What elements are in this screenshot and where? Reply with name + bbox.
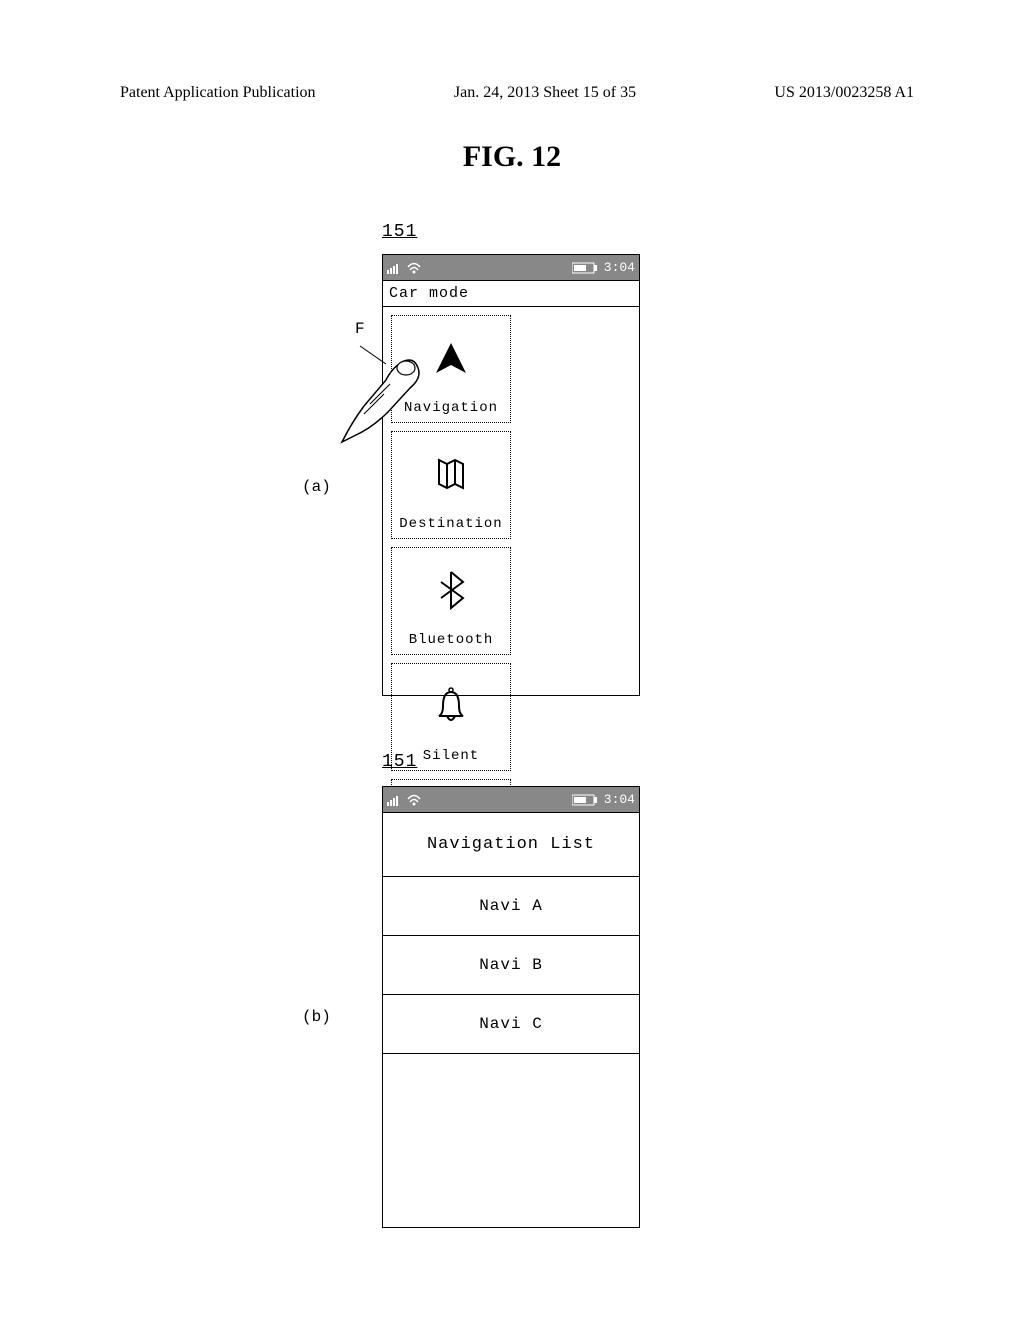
status-time: 3:04 xyxy=(604,260,635,275)
panel-b-label: (b) xyxy=(302,1008,331,1026)
tile-label: Destination xyxy=(399,516,502,532)
navigation-list-title: Navigation List xyxy=(383,813,639,877)
header-right: US 2013/0023258 A1 xyxy=(774,84,914,102)
panel-a-label: (a) xyxy=(302,478,331,496)
header-left: Patent Application Publication xyxy=(120,84,316,102)
finger-label: F xyxy=(355,320,365,338)
map-fold-icon xyxy=(431,432,471,516)
page-header: Patent Application Publication Jan. 24, … xyxy=(120,84,914,102)
tile-destination[interactable]: Destination xyxy=(391,431,511,539)
list-item[interactable]: Navi B xyxy=(383,936,639,995)
list-item[interactable]: Navi A xyxy=(383,877,639,936)
tile-label: Bluetooth xyxy=(409,632,494,648)
status-time: 3:04 xyxy=(604,792,635,807)
tile-navigation[interactable]: Navigation xyxy=(391,315,511,423)
battery-icon xyxy=(572,262,598,274)
phone-screen-b: 3:04 Navigation List Navi A Navi B Navi … xyxy=(382,786,640,1228)
reference-151-a: 151 xyxy=(382,222,417,242)
tile-label: Navigation xyxy=(404,400,498,416)
navigation-arrow-icon xyxy=(431,316,471,400)
bluetooth-icon xyxy=(435,548,467,632)
figure-title: FIG. 12 xyxy=(0,140,1024,174)
wifi-icon xyxy=(407,262,421,274)
tile-label: Silent xyxy=(423,748,479,764)
phone-screen-a: 3:04 Car mode Navigation Destination Blu… xyxy=(382,254,640,696)
status-bar: 3:04 xyxy=(383,787,639,813)
wifi-icon xyxy=(407,794,421,806)
tile-bluetooth[interactable]: Bluetooth xyxy=(391,547,511,655)
header-center: Jan. 24, 2013 Sheet 15 of 35 xyxy=(454,84,636,102)
signal-icon xyxy=(387,262,403,274)
signal-icon xyxy=(387,794,403,806)
mode-header: Car mode xyxy=(383,281,639,307)
status-bar: 3:04 xyxy=(383,255,639,281)
list-item[interactable]: Navi C xyxy=(383,995,639,1054)
bell-icon xyxy=(433,664,469,748)
battery-icon xyxy=(572,794,598,806)
reference-151-b: 151 xyxy=(382,752,417,772)
